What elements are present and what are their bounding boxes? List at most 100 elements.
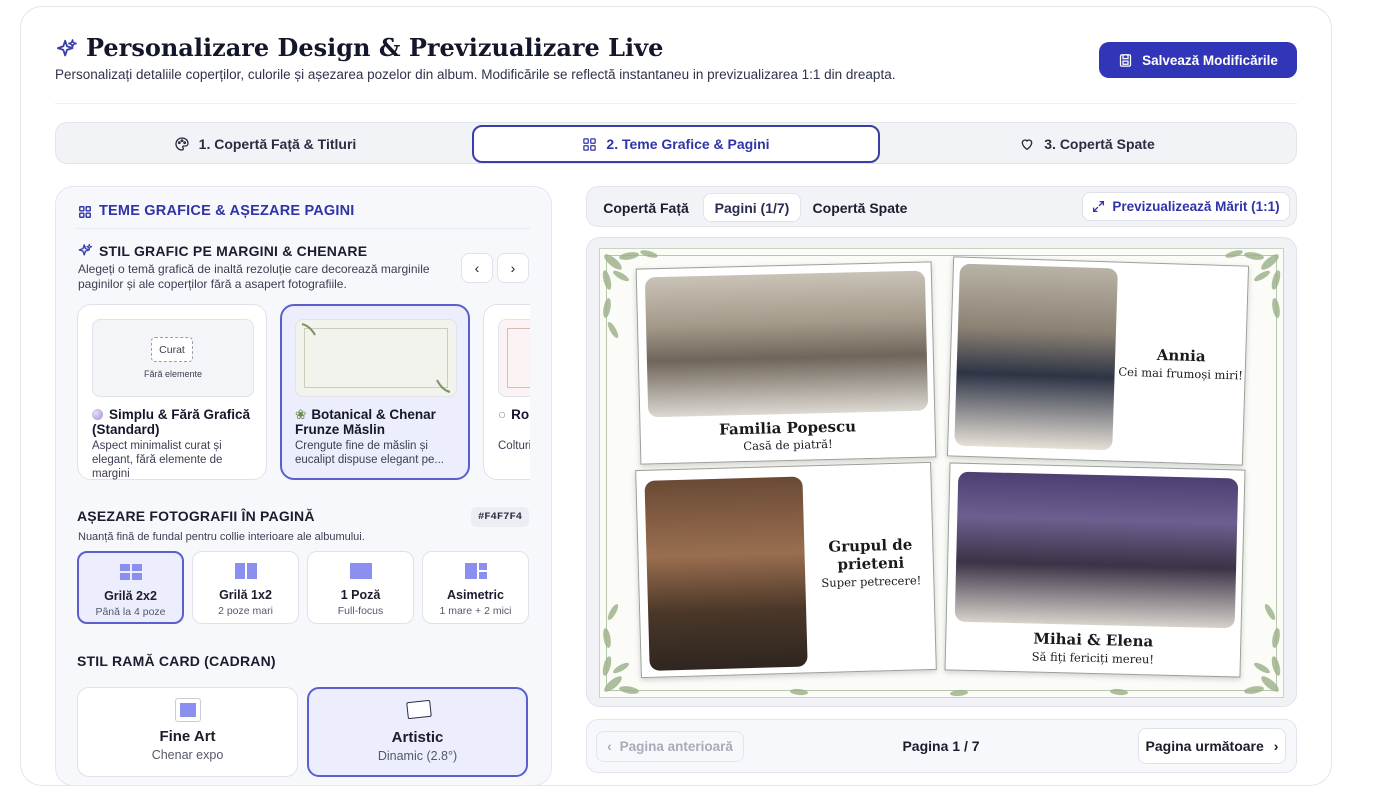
tab-preview-front[interactable]: Copertă Față: [595, 193, 697, 222]
layout-sub: 1 mare + 2 mici: [439, 605, 512, 617]
tab-front-cover[interactable]: 1. Copertă Față & Titluri: [60, 126, 470, 162]
heart-icon: [1021, 139, 1033, 151]
photo-card[interactable]: Annia Cei mai frumoși miri!: [946, 256, 1250, 466]
frame-section-title: STIL RAMĂ CARD (CADRAN): [77, 653, 276, 669]
photo-card[interactable]: Familia Popescu Casă de piatră!: [635, 261, 937, 465]
grid-2x2-icon: [119, 564, 142, 580]
layout-grid-2x2[interactable]: Grilă 2x2 Până la 4 poze: [77, 551, 184, 624]
hex-badge: #F4F7F4: [471, 507, 529, 527]
leaf-icon: ❀: [295, 407, 307, 422]
tab-preview-back[interactable]: Copertă Spate: [809, 193, 911, 222]
layout-section-description: Nuanță fină de fundal pentru collie inte…: [78, 531, 365, 543]
grid-icon: [79, 206, 91, 218]
theme-description: Colturi bordur: [498, 440, 530, 452]
thumb-sub: Fără elemente: [143, 369, 203, 379]
tab-label: 1. Copertă Față & Titluri: [198, 136, 357, 152]
theme-thumbnail: [498, 319, 530, 397]
save-button-label: Salvează Modificările: [1142, 52, 1278, 68]
photo-couple: [954, 263, 1118, 451]
style-section-title: STIL GRAFIC PE MARGINI & CHENARE: [99, 243, 368, 259]
photo-friends-toast: [644, 476, 808, 671]
prev-page-label: Pagina anterioară: [619, 739, 733, 754]
photo-card[interactable]: Mihai & Elena Să fiți fericiți mereu!: [944, 462, 1246, 678]
theme-name: Simplu & Fără Grafică (Standard): [92, 407, 251, 437]
ring-icon: ○: [498, 407, 507, 422]
theme-thumbnail: Curat Fără elemente: [92, 319, 254, 397]
layout-grid-1x2[interactable]: Grilă 1x2 2 poze mari: [192, 551, 299, 624]
card-title: Annia: [1156, 345, 1206, 366]
layout-sub: Full-focus: [337, 605, 384, 617]
frame-title: Fine Art: [159, 728, 216, 745]
expand-icon: [1093, 200, 1105, 213]
theme-card-simple[interactable]: Curat Fără elemente Simplu & Fără Grafic…: [77, 304, 267, 480]
frame-sub: Chenar expo: [151, 748, 224, 762]
panel-heading: TEME GRAFICE & AȘEZARE PAGINI: [99, 203, 355, 219]
next-page-label: Pagina următoare: [1145, 738, 1264, 754]
frame-artistic[interactable]: Artistic Dinamic (2.8°): [307, 687, 528, 777]
sparkles-icon: [56, 39, 77, 57]
circle-icon: [92, 409, 103, 420]
tab-themes-pages[interactable]: 2. Teme Grafice & Pagini: [472, 125, 880, 163]
leaf-icon: [301, 323, 316, 336]
layout-asymmetric[interactable]: Asimetric 1 mare + 2 mici: [422, 551, 529, 624]
save-button[interactable]: Salvează Modificările: [1099, 42, 1297, 78]
header-divider: [55, 103, 1297, 104]
theme-name: ○Ro Bordu: [498, 407, 530, 422]
layout-single[interactable]: 1 Poză Full-focus: [307, 551, 414, 624]
layout-title: 1 Poză: [340, 588, 381, 602]
sparkles-icon: [78, 243, 93, 256]
theme-carousel: Curat Fără elemente Simplu & Fără Grafic…: [77, 304, 530, 480]
theme-card-third[interactable]: ○Ro Bordu Colturi bordur: [483, 304, 530, 480]
chevron-right-icon: ›: [1273, 738, 1279, 754]
chevron-right-icon: ›: [510, 260, 516, 276]
palette-icon: [174, 137, 189, 151]
chevron-left-icon: ‹: [474, 260, 480, 276]
single-photo-icon: [349, 563, 372, 579]
page-indicator: Pagina 1 / 7: [902, 738, 980, 754]
layout-title: Grilă 2x2: [104, 589, 157, 603]
grid-icon: [583, 137, 597, 151]
layout-section-title: AȘEZARE FOTOGRAFII ÎN PAGINĂ: [77, 508, 315, 524]
photo-family-table: [644, 270, 929, 418]
theme-card-botanical[interactable]: ❀ Botanical & Chenar Frunze Măslin Crengu…: [280, 304, 470, 480]
grid-1x2-icon: [234, 563, 257, 579]
save-icon: [1119, 53, 1132, 67]
theme-thumbnail: [295, 319, 457, 397]
page-title: Personalizare Design & Previzualizare Li…: [86, 33, 664, 62]
leaf-icon: [436, 379, 451, 393]
frame-fine-art[interactable]: Fine Art Chenar expo: [77, 687, 298, 777]
layout-title: Grilă 1x2: [219, 588, 272, 602]
prev-page-button[interactable]: ‹ Pagina anterioară: [596, 731, 744, 762]
theme-name: ❀ Botanical & Chenar Frunze Măslin: [295, 407, 436, 437]
theme-description: Aspect minimalist curat și elegant, fără…: [92, 440, 223, 480]
layout-title: Asimetric: [447, 588, 504, 602]
frame-icon: [175, 698, 201, 722]
tab-label: 2. Teme Grafice & Pagini: [606, 136, 770, 152]
frame-title: Artistic: [391, 729, 444, 746]
frame-sub: Dinamic (2.8°): [377, 749, 458, 763]
card-subtitle: Cei mai frumoși miri!: [1118, 364, 1244, 383]
panel-divider: [77, 228, 530, 229]
card-title: Grupul de prieteni: [828, 535, 913, 574]
page-subtitle: Personalizați detaliile coperților, culo…: [55, 67, 896, 82]
tab-preview-pages[interactable]: Pagini (1/7): [703, 193, 801, 222]
photo-dance: [954, 471, 1239, 629]
theme-prev-button[interactable]: ‹: [461, 253, 493, 283]
style-section-description: Alegeți o temă grafică de inaltă rezoluț…: [78, 262, 430, 291]
layout-sub: 2 poze mari: [218, 605, 273, 617]
asymmetric-icon: [464, 563, 487, 579]
enlarge-preview-button[interactable]: Previzualizează Mărit (1:1): [1082, 192, 1290, 221]
layout-sub: Până la 4 poze: [95, 606, 166, 618]
next-page-button[interactable]: Pagina următoare ›: [1138, 728, 1286, 764]
photo-card[interactable]: Grupul de prieteni Super petrecere!: [635, 461, 937, 679]
theme-description: Crengute fine de măslin și eucalipt disp…: [295, 440, 444, 466]
theme-next-button[interactable]: ›: [497, 253, 529, 283]
tab-back-cover[interactable]: 3. Copertă Spate: [882, 126, 1292, 162]
main-tabs: 1. Copertă Față & Titluri 2. Teme Grafic…: [55, 122, 1297, 164]
enlarge-label: Previzualizează Mărit (1:1): [1112, 199, 1280, 214]
chevron-left-icon: ‹: [607, 739, 612, 754]
tab-label: 3. Copertă Spate: [1044, 136, 1155, 152]
thumb-label: Curat: [151, 337, 193, 362]
tilted-frame-icon: [406, 699, 432, 720]
card-subtitle: Super petrecere!: [821, 573, 922, 591]
